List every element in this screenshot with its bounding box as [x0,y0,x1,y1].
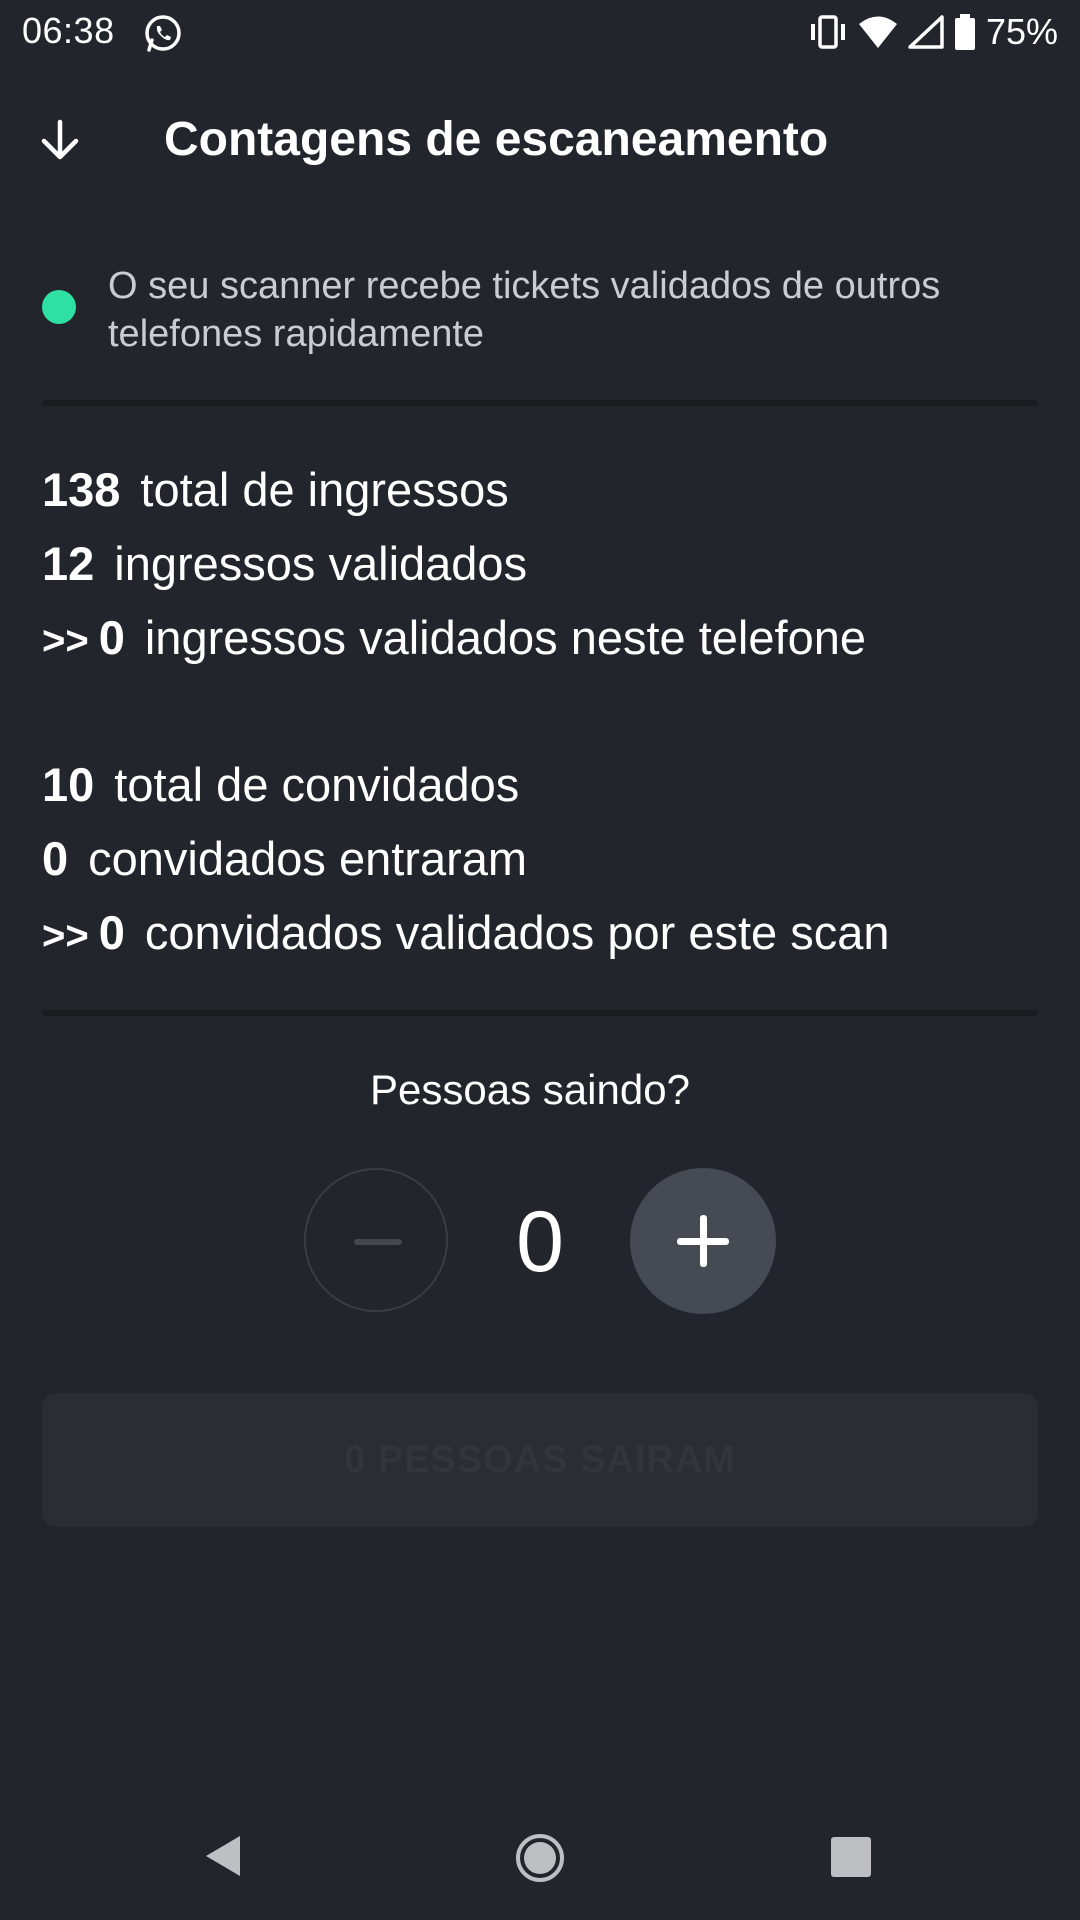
decrement-button[interactable] [304,1168,448,1312]
page-title: Contagens de escaneamento [164,113,829,166]
plus-icon-vertical [700,1215,707,1267]
nav-recents-icon[interactable] [830,1836,872,1878]
wifi-icon [858,16,897,48]
confirm-leaving-button[interactable]: 0 PESSOAS SAIRAM [42,1393,1038,1527]
sync-status-dot [42,290,76,324]
nav-home-icon[interactable] [514,1832,566,1884]
battery-icon [954,14,975,50]
whatsapp-icon [145,15,181,52]
stat-label: ingressos validados neste telefone [144,611,866,664]
sync-message: O seu scanner recebe tickets validados d… [108,265,941,355]
stat-guests-entered: 0 convidados entraram [42,829,527,889]
stat-label: total de convidados [114,758,520,811]
stat-value: 10 [42,758,95,811]
app-bar: Contagens de escaneamento [0,96,1080,186]
stat-total-tickets: 138 total de ingressos [42,460,509,520]
stat-label: convidados entraram [88,832,528,885]
stat-prefix: >> [42,914,89,958]
signal-icon [908,15,944,49]
stat-total-guests: 10 total de convidados [42,755,519,815]
stat-label: ingressos validados [114,537,528,590]
stat-label: convidados validados por este scan [144,906,890,959]
stat-value: 0 [98,906,125,959]
people-leaving-label: Pessoas saindo? [370,1066,690,1113]
stat-prefix: >> [42,619,89,663]
people-leaving-count: 0 [516,1194,564,1290]
stat-value: 12 [42,537,95,590]
stat-value: 0 [98,611,125,664]
status-time: 06:38 [22,10,115,51]
divider [42,400,1038,406]
status-bar: 06:38 75% [0,0,1080,64]
stat-tickets-this-phone: >> 0 ingressos validados neste telefone [42,608,866,668]
stat-label: total de ingressos [140,463,509,516]
divider [42,1010,1038,1016]
minus-icon [354,1239,402,1245]
stat-value: 138 [42,463,121,516]
nav-back-icon[interactable] [200,1832,248,1880]
stat-value: 0 [42,832,69,885]
increment-button[interactable] [630,1168,776,1314]
stat-validated-tickets: 12 ingressos validados [42,534,527,594]
arrow-down-icon[interactable] [36,116,84,164]
vibrate-icon [810,15,845,49]
stat-guests-this-scan: >> 0 convidados validados por este scan [42,903,890,963]
battery-percent: 75% [985,11,1058,52]
